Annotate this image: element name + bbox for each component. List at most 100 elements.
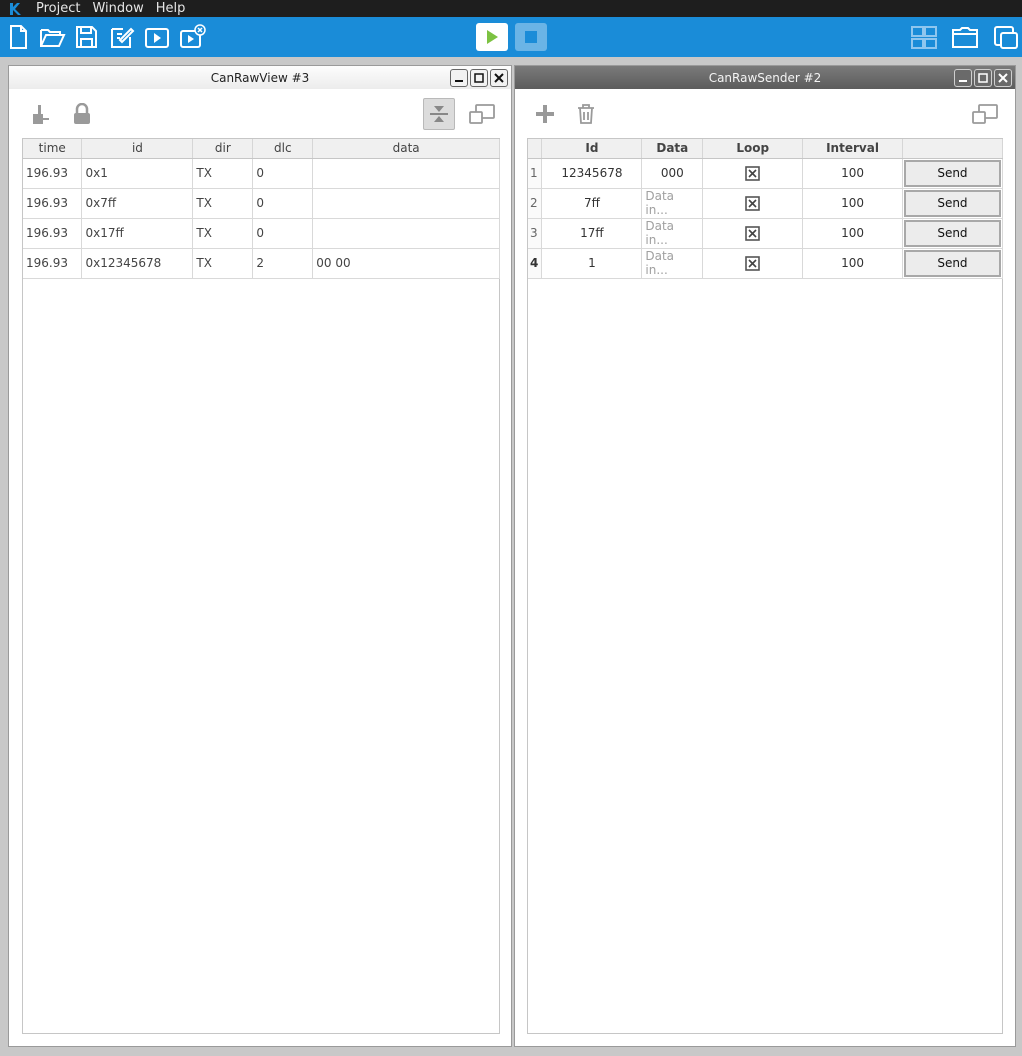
clear-button[interactable] [25, 98, 57, 130]
column-header-id[interactable]: Id [541, 139, 643, 159]
lock-button[interactable] [66, 98, 98, 130]
menubar: Project Window Help [0, 0, 1022, 17]
play-window-icon[interactable] [143, 23, 171, 51]
table-row[interactable]: 196.93 0x12345678 TX 2 00 00 [23, 248, 500, 279]
cell-id: 0x17ff [81, 218, 194, 249]
cell-data [312, 218, 500, 249]
minimize-button[interactable] [954, 69, 972, 87]
column-header-send [902, 139, 1004, 159]
window-titlebar[interactable]: CanRawSender #2 [515, 66, 1015, 89]
column-header-data[interactable]: data [312, 139, 500, 159]
new-file-icon[interactable] [4, 23, 32, 51]
loop-checkbox-checked-icon[interactable] [745, 225, 760, 241]
row-number[interactable]: 2 [528, 188, 543, 219]
cell-interval[interactable]: 100 [802, 158, 903, 189]
column-header-dir[interactable]: dir [192, 139, 254, 159]
cell-time: 196.93 [23, 218, 83, 249]
table-row[interactable]: 1 12345678 000 100 Send [528, 158, 1004, 189]
row-number[interactable]: 3 [528, 218, 543, 249]
cell-loop[interactable] [702, 158, 804, 189]
cell-loop[interactable] [702, 188, 804, 219]
cell-data-placeholder[interactable]: Data in... [641, 248, 704, 279]
start-simulation-button[interactable] [476, 23, 508, 51]
dock-button[interactable] [969, 98, 1001, 130]
column-header-id[interactable]: id [81, 139, 194, 159]
cell-data-placeholder[interactable]: Data in... [641, 218, 704, 249]
remove-row-button[interactable] [570, 98, 602, 130]
cell-id[interactable]: 17ff [541, 218, 643, 249]
cell-id: 0x12345678 [81, 248, 194, 279]
cell-id[interactable]: 12345678 [541, 158, 643, 189]
cell-id: 0x1 [81, 158, 194, 189]
table-row[interactable]: 196.93 0x17ff TX 0 [23, 218, 500, 249]
table-row[interactable]: 2 7ff Data in... 100 Send [528, 188, 1004, 219]
cell-loop[interactable] [702, 248, 804, 279]
add-row-button[interactable] [529, 98, 561, 130]
open-folder-icon[interactable] [38, 23, 66, 51]
table-row[interactable]: 4 1 Data in... 100 Send [528, 248, 1004, 279]
grid-layout-icon[interactable] [910, 23, 938, 51]
cell-data [312, 158, 500, 189]
table-row[interactable]: 3 17ff Data in... 100 Send [528, 218, 1004, 249]
edit-icon[interactable] [108, 23, 136, 51]
maximize-button[interactable] [470, 69, 488, 87]
folder-window-icon[interactable] [951, 23, 979, 51]
column-header-data[interactable]: Data [641, 139, 704, 159]
canrawsender-window: CanRawSender #2 Id Data Loop Interval 1 … [514, 65, 1016, 1047]
cell-data: 00 00 [312, 248, 500, 279]
minimize-button[interactable] [450, 69, 468, 87]
column-header-interval[interactable]: Interval [802, 139, 903, 159]
cell-id[interactable]: 7ff [541, 188, 643, 219]
cell-dlc: 0 [252, 158, 314, 189]
autoscroll-toggle[interactable] [423, 98, 455, 130]
cell-interval[interactable]: 100 [802, 248, 903, 279]
cell-time: 196.93 [23, 248, 83, 279]
cell-data[interactable]: 000 [641, 158, 704, 189]
close-icon [494, 73, 504, 83]
maximize-button[interactable] [974, 69, 992, 87]
table-header: Id Data Loop Interval [528, 139, 1004, 159]
stop-simulation-button[interactable] [515, 23, 547, 51]
window-titlebar[interactable]: CanRawView #3 [9, 66, 511, 89]
cell-id[interactable]: 1 [541, 248, 643, 279]
column-header-loop[interactable]: Loop [702, 139, 804, 159]
cascade-windows-icon[interactable] [992, 23, 1020, 51]
cell-dir: TX [192, 218, 254, 249]
collapse-icon [430, 106, 448, 122]
close-button[interactable] [994, 69, 1012, 87]
row-number[interactable]: 1 [528, 158, 543, 189]
send-button[interactable]: Send [903, 219, 1001, 247]
cell-data-placeholder[interactable]: Data in... [641, 188, 704, 219]
save-icon[interactable] [72, 23, 100, 51]
dock-button[interactable] [466, 98, 498, 130]
column-header-dlc[interactable]: dlc [252, 139, 314, 159]
loop-checkbox-checked-icon[interactable] [745, 195, 760, 211]
play-icon [487, 30, 498, 44]
table-row[interactable]: 196.93 0x7ff TX 0 [23, 188, 500, 219]
close-icon [998, 73, 1008, 83]
cell-time: 196.93 [23, 188, 83, 219]
close-button[interactable] [490, 69, 508, 87]
menu-project[interactable]: Project [30, 0, 86, 17]
column-header-time[interactable]: time [23, 139, 83, 159]
window-title: CanRawView #3 [210, 70, 310, 85]
row-number[interactable]: 4 [528, 248, 543, 279]
cell-loop[interactable] [702, 218, 804, 249]
send-button[interactable]: Send [903, 189, 1001, 217]
window-title: CanRawSender #2 [708, 70, 822, 85]
dock-window-icon [469, 104, 495, 124]
loop-checkbox-checked-icon[interactable] [745, 255, 760, 271]
cell-dir: TX [192, 188, 254, 219]
close-video-icon[interactable] [178, 23, 206, 51]
can-frames-table: time id dir dlc data 196.93 0x1 TX 0 196… [22, 138, 500, 1034]
table-row[interactable]: 196.93 0x1 TX 0 [23, 158, 500, 189]
cell-interval[interactable]: 100 [802, 188, 903, 219]
cell-time: 196.93 [23, 158, 83, 189]
menu-window[interactable]: Window [86, 0, 149, 17]
loop-checkbox-checked-icon[interactable] [745, 165, 760, 181]
send-button[interactable]: Send [903, 159, 1001, 187]
menu-help[interactable]: Help [150, 0, 192, 17]
cell-dlc: 0 [252, 188, 314, 219]
send-button[interactable]: Send [903, 249, 1001, 277]
cell-interval[interactable]: 100 [802, 218, 903, 249]
